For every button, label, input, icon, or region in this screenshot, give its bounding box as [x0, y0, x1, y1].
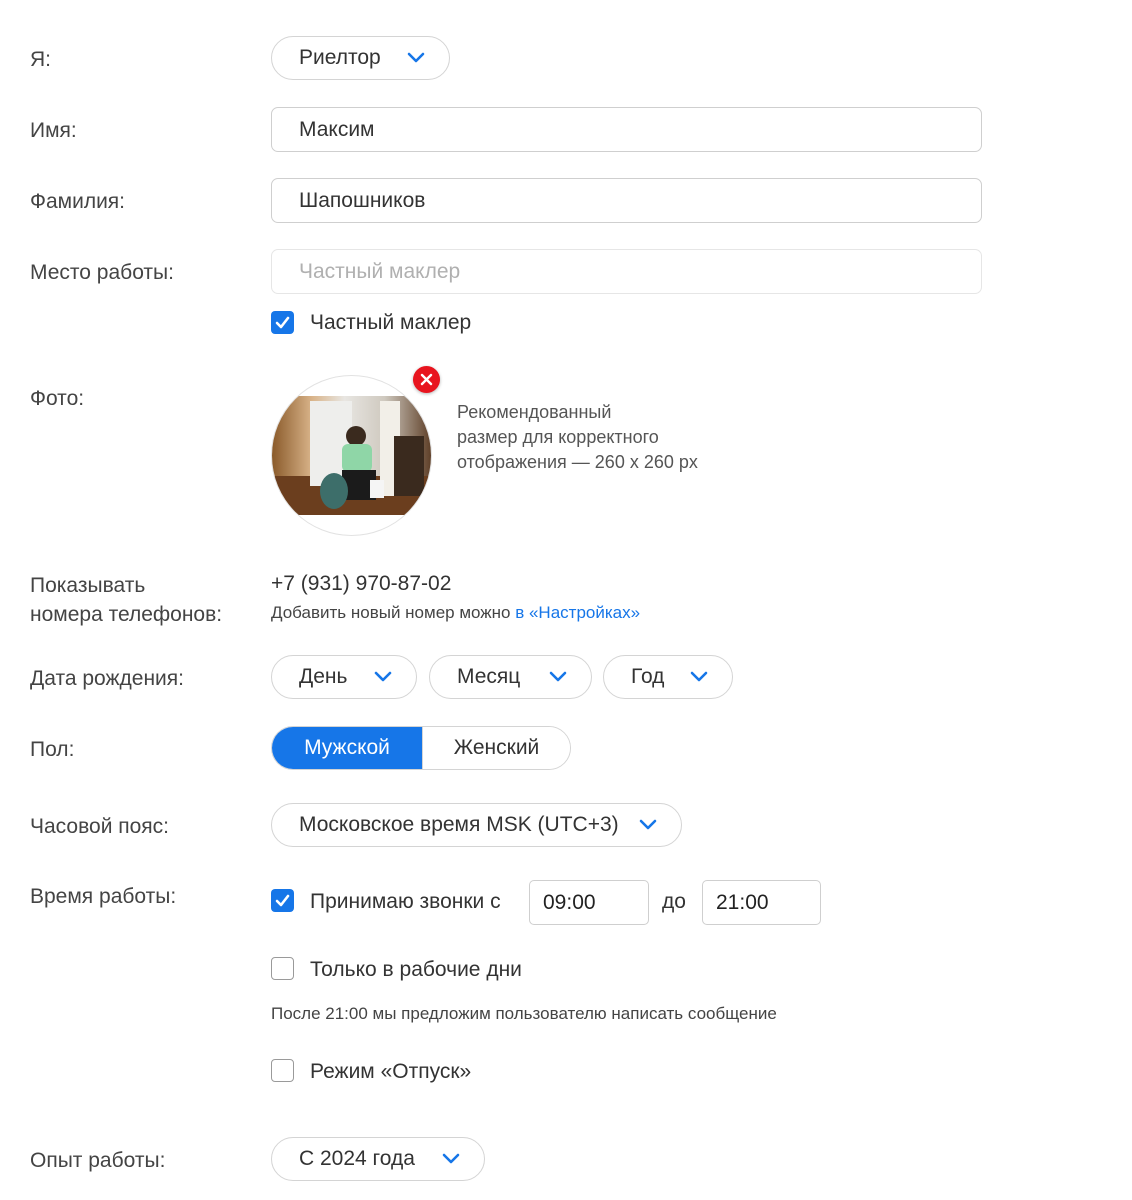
profile-photo [272, 396, 431, 515]
weekdays-only-checkbox[interactable] [271, 957, 294, 980]
close-icon [420, 373, 433, 386]
photo-size-hint: Рекомендованный размер для корректного о… [457, 400, 757, 475]
hint-line: отображения — 260 x 260 px [457, 452, 698, 472]
experience-value: С 2024 года [299, 1147, 415, 1170]
workplace-placeholder: Частный маклер [299, 259, 461, 283]
time-from-input[interactable]: 09:00 [529, 880, 649, 925]
chevron-down-icon [690, 671, 708, 682]
first-name-value: Максим [299, 117, 375, 141]
phone-note: Добавить новый номер можно в «Настройках… [271, 603, 640, 623]
timezone-value: Московское время MSK (UTC+3) [299, 813, 619, 836]
birth-month-dropdown[interactable]: Месяц [429, 655, 592, 699]
timezone-label: Часовой пояс: [30, 815, 170, 838]
gender-label: Пол: [30, 738, 75, 761]
phone-note-text: Добавить новый номер можно [271, 603, 516, 622]
timezone-dropdown[interactable]: Московское время MSK (UTC+3) [271, 803, 682, 847]
gender-male-option[interactable]: Мужской [272, 727, 422, 769]
experience-label: Опыт работы: [30, 1149, 166, 1172]
accept-calls-label[interactable]: Принимаю звонки с [310, 887, 501, 916]
vacation-mode-label[interactable]: Режим «Отпуск» [310, 1057, 471, 1086]
hint-line: Рекомендованный [457, 402, 612, 422]
checkmark-icon [275, 316, 290, 329]
chevron-down-icon [407, 52, 425, 63]
birth-year-dropdown[interactable]: Год [603, 655, 733, 699]
chevron-down-icon [639, 819, 657, 830]
avatar[interactable] [271, 375, 432, 536]
time-from-value: 09:00 [543, 890, 596, 914]
photo-label: Фото: [30, 387, 85, 410]
accept-calls-checkbox[interactable] [271, 889, 294, 912]
workplace-label: Место работы: [30, 261, 174, 284]
phones-label-line1: Показывать [30, 574, 146, 597]
birth-day-dropdown[interactable]: День [271, 655, 417, 699]
after-hours-note: После 21:00 мы предложим пользователю на… [271, 1004, 777, 1023]
birth-year-value: Год [631, 665, 665, 688]
first-name-label: Имя: [30, 119, 77, 142]
role-value: Риелтор [299, 46, 381, 69]
gender-female-option[interactable]: Женский [422, 727, 570, 769]
phone-number: +7 (931) 970-87-02 [271, 572, 452, 595]
time-to-value: 21:00 [716, 890, 769, 914]
first-name-input[interactable]: Максим [271, 107, 982, 152]
last-name-input[interactable]: Шапошников [271, 178, 982, 223]
private-broker-label[interactable]: Частный маклер [310, 308, 471, 337]
time-to-input[interactable]: 21:00 [702, 880, 821, 925]
experience-dropdown[interactable]: С 2024 года [271, 1137, 485, 1181]
settings-link[interactable]: в «Настройках» [515, 603, 640, 622]
last-name-label: Фамилия: [30, 190, 126, 213]
role-label: Я: [30, 48, 51, 71]
weekdays-only-label[interactable]: Только в рабочие дни [310, 955, 522, 984]
private-broker-checkbox[interactable] [271, 311, 294, 334]
remove-photo-button[interactable] [413, 366, 440, 393]
birth-day-value: День [299, 665, 348, 688]
chevron-down-icon [549, 671, 567, 682]
birth-month-value: Месяц [457, 665, 521, 688]
chevron-down-icon [374, 671, 392, 682]
checkmark-icon [275, 894, 290, 907]
role-dropdown[interactable]: Риелтор [271, 36, 450, 80]
birthdate-label: Дата рождения: [30, 667, 184, 690]
workplace-input[interactable]: Частный маклер [271, 249, 982, 294]
chevron-down-icon [442, 1153, 460, 1164]
gender-toggle[interactable]: Мужской Женский [271, 726, 571, 770]
work-hours-label: Время работы: [30, 885, 177, 908]
last-name-value: Шапошников [299, 188, 426, 212]
phones-label-line2: номера телефонов: [30, 603, 223, 626]
vacation-mode-checkbox[interactable] [271, 1059, 294, 1082]
hint-line: размер для корректного [457, 427, 659, 447]
time-to-label: до [662, 890, 686, 913]
